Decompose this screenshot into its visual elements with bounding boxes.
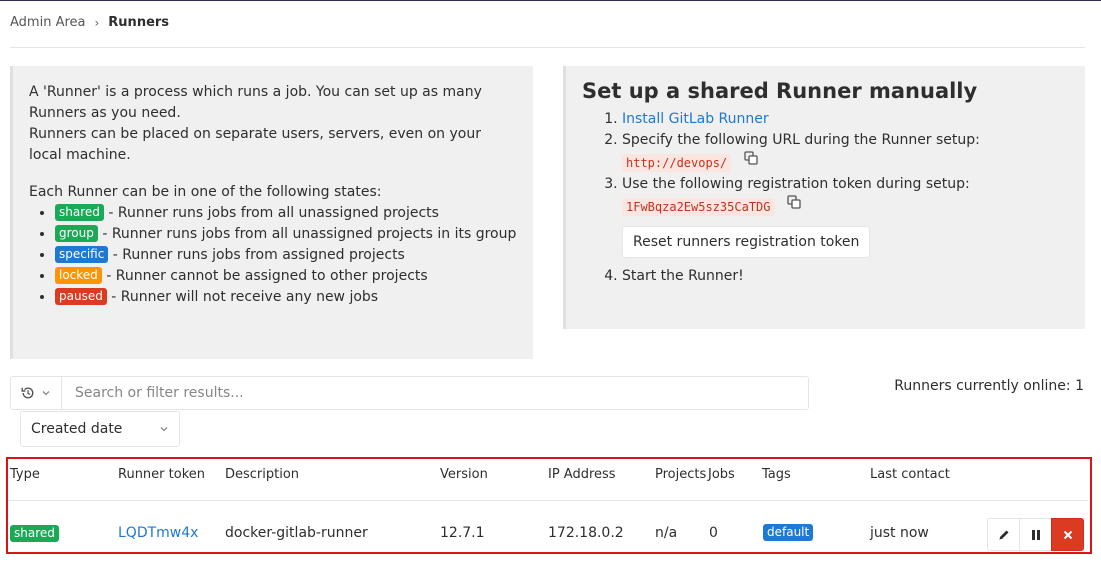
registration-token: 1FwBqza2Ew5sz35CaTDG [622, 198, 775, 216]
pause-runner-button[interactable] [1019, 518, 1052, 551]
paused-badge: paused [55, 288, 107, 305]
recent-searches-dropdown[interactable] [11, 377, 62, 409]
pause-icon [1031, 529, 1040, 540]
runner-placement-text: Runners can be placed on separate users,… [29, 126, 481, 163]
reset-token-button[interactable]: Reset runners registration token [622, 226, 871, 258]
runners-online-count: Runners currently online: 1 [894, 378, 1084, 394]
setup-step-start: Start the Runner! [622, 266, 1069, 287]
table-row: shared LQDTmw4x docker-gitlab-runner 12.… [8, 502, 1090, 552]
edit-runner-button[interactable] [987, 518, 1020, 551]
runner-type-badge: shared [10, 525, 59, 542]
column-header-ip-address: IP Address [548, 467, 616, 482]
state-description: - Runner runs jobs from assigned project… [112, 247, 405, 263]
search-input[interactable] [62, 377, 808, 409]
setup-step-install: Install GitLab Runner [622, 109, 1069, 130]
runner-last-contact: just now [870, 525, 929, 541]
locked-badge: locked [55, 267, 102, 284]
chevron-down-icon [42, 391, 50, 396]
history-icon [21, 387, 34, 399]
runner-projects: n/a [655, 525, 678, 541]
state-description: - Runner runs jobs from all unassigned p… [102, 226, 517, 242]
setup-panel: Set up a shared Runner manually Install … [563, 66, 1085, 329]
breadcrumb: Admin Area › Runners [10, 15, 169, 30]
divider [10, 47, 1085, 48]
state-item-locked: locked - Runner cannot be assigned to ot… [55, 266, 517, 287]
filter-bar [10, 376, 809, 410]
state-item-specific: specific - Runner runs jobs from assigne… [55, 245, 517, 266]
remove-runner-button[interactable] [1051, 518, 1084, 551]
copy-icon[interactable] [743, 151, 758, 165]
runner-description: docker-gitlab-runner [225, 525, 368, 541]
breadcrumb-current: Runners [108, 15, 170, 30]
setup-step-url: Specify the following URL during the Run… [622, 130, 1069, 174]
close-icon [1063, 530, 1072, 539]
column-header-jobs: Jobs [708, 467, 735, 482]
column-header-runner-token: Runner token [118, 467, 205, 482]
setup-step-token: Use the following registration token dur… [622, 174, 1069, 266]
shared-badge: shared [55, 204, 104, 221]
runner-intro-text: A 'Runner' is a process which runs a job… [29, 84, 482, 121]
copy-icon[interactable] [787, 195, 801, 209]
start-instruction: Start the Runner! [622, 268, 744, 284]
setup-title: Set up a shared Runner manually [582, 79, 978, 103]
state-item-paused: paused - Runner will not receive any new… [55, 287, 517, 308]
state-description: - Runner runs jobs from all unassigned p… [108, 205, 439, 221]
state-description: - Runner will not receive any new jobs [111, 289, 379, 305]
sort-dropdown[interactable]: Created date [20, 411, 180, 447]
runners-table: Type Runner token Description Version IP… [6, 457, 1092, 554]
state-item-group: group - Runner runs jobs from all unassi… [55, 224, 517, 245]
column-header-version: Version [440, 467, 488, 482]
runner-tag-badge: default [763, 524, 814, 541]
runner-jobs: 0 [709, 525, 718, 541]
top-border [0, 0, 1101, 1]
state-item-shared: shared - Runner runs jobs from all unass… [55, 203, 517, 224]
install-runner-link[interactable]: Install GitLab Runner [622, 111, 769, 127]
column-header-type: Type [10, 467, 40, 482]
table-header: Type Runner token Description Version IP… [8, 459, 1088, 501]
column-header-projects: Projects [655, 467, 707, 482]
breadcrumb-separator-icon: › [94, 15, 100, 30]
coordinator-url: http://devops/ [622, 154, 732, 172]
state-description: - Runner cannot be assigned to other pro… [106, 268, 428, 284]
runner-version: 12.7.1 [440, 525, 485, 541]
specific-badge: specific [55, 246, 109, 263]
breadcrumb-admin-area[interactable]: Admin Area [10, 15, 85, 30]
column-header-description: Description [225, 467, 300, 482]
sort-selected: Created date [31, 421, 123, 437]
group-badge: group [55, 225, 98, 242]
runner-actions [987, 518, 1084, 551]
runner-token-link[interactable]: LQDTmw4x [118, 525, 198, 541]
states-list: shared - Runner runs jobs from all unass… [29, 203, 517, 308]
url-instruction: Specify the following URL during the Run… [622, 132, 980, 148]
chevron-down-icon [160, 427, 168, 432]
states-title: Each Runner can be in one of the followi… [29, 184, 382, 200]
pencil-icon [999, 530, 1008, 539]
runner-ip-address: 172.18.0.2 [548, 525, 624, 541]
column-header-last-contact: Last contact [870, 467, 950, 482]
token-instruction: Use the following registration token dur… [622, 176, 970, 192]
runner-info-panel: A 'Runner' is a process which runs a job… [10, 66, 533, 359]
setup-steps: Install GitLab Runner Specify the follow… [582, 109, 1069, 287]
column-header-tags: Tags [762, 467, 791, 482]
